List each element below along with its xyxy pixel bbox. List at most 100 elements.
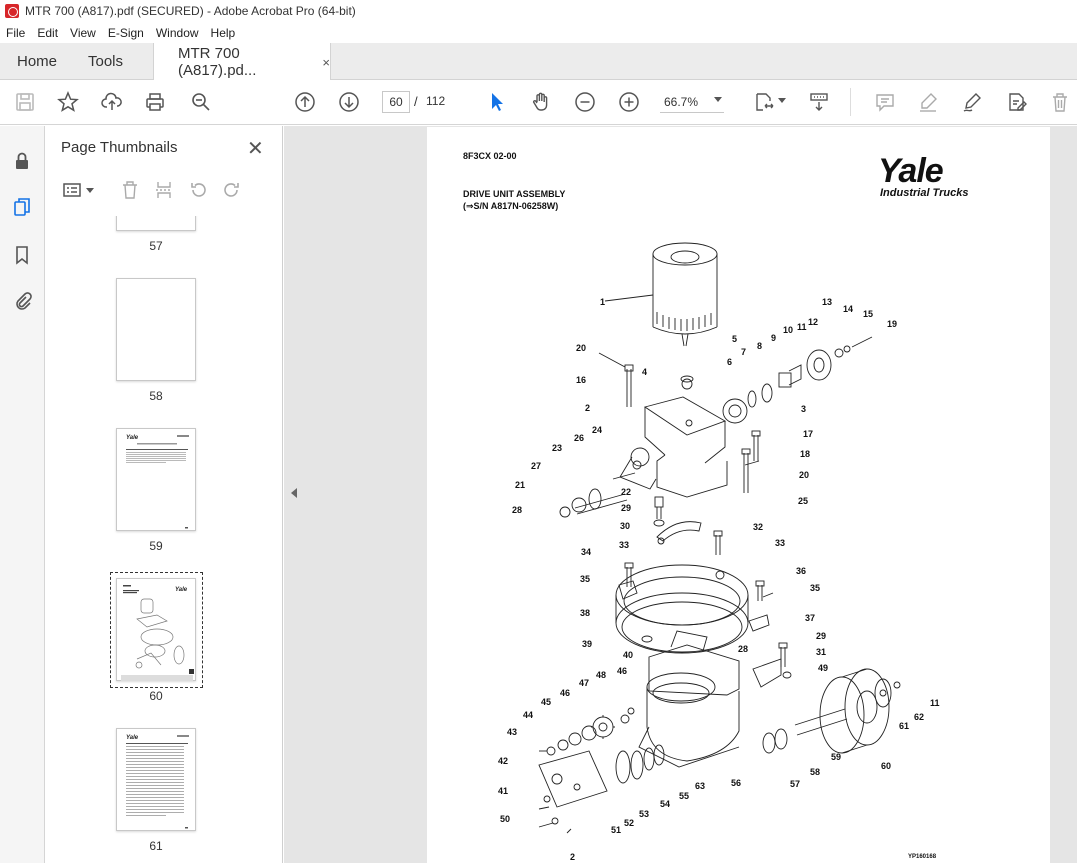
menu-view[interactable]: View: [70, 26, 96, 40]
highlight-pen-icon[interactable]: [916, 90, 940, 114]
thumbnail-options-chevron-icon[interactable]: [86, 188, 94, 193]
zoom-out-icon[interactable]: [573, 90, 597, 114]
callout-number: 59: [831, 752, 842, 762]
page-number-input[interactable]: 60: [382, 91, 410, 113]
callout-number: 6: [727, 357, 733, 367]
callout-number: 32: [753, 522, 764, 532]
callout-number: 15: [863, 309, 874, 319]
star-bookmark-icon[interactable]: [56, 90, 80, 114]
callout-number: 44: [523, 710, 534, 720]
panel-title: Page Thumbnails: [61, 139, 178, 156]
scroll-mode-icon[interactable]: [807, 90, 831, 114]
thumbnail-page-60-preview: Yale: [121, 585, 194, 681]
page-fit-icon[interactable]: [752, 90, 776, 114]
callout-number: 33: [775, 538, 786, 548]
callout-number: 38: [580, 608, 591, 618]
rotate-right-icon[interactable]: [220, 178, 244, 202]
callout-number: 46: [560, 688, 571, 698]
sign-pen-icon[interactable]: [960, 90, 984, 114]
callout-number: 28: [512, 505, 523, 515]
attachment-paperclip-icon[interactable]: [11, 289, 33, 311]
callout-number: 52: [624, 818, 635, 828]
comment-icon[interactable]: [873, 90, 897, 114]
tab-close-icon[interactable]: ×: [322, 55, 330, 70]
callout-number: 56: [731, 778, 742, 788]
print-icon[interactable]: [143, 90, 167, 114]
next-page-icon[interactable]: [337, 90, 361, 114]
main-toolbar: 60 / 112 66.7%: [0, 80, 1077, 125]
callout-number: 37: [805, 613, 816, 623]
figure-code: YP160168: [908, 854, 937, 860]
extract-pages-icon[interactable]: [152, 178, 176, 202]
callout-number: 20: [799, 470, 810, 480]
callout-number: 41: [498, 786, 509, 796]
callout-number: 49: [818, 663, 829, 673]
menu-window[interactable]: Window: [156, 26, 199, 40]
menu-esign[interactable]: E-Sign: [108, 26, 144, 40]
thumbnail-page-59[interactable]: Yale: [116, 428, 196, 531]
lock-security-icon[interactable]: [11, 150, 33, 172]
hand-pan-icon[interactable]: [529, 90, 553, 114]
rotate-left-icon[interactable]: [186, 178, 210, 202]
tab-document[interactable]: MTR 700 (A817).pd... ×: [153, 43, 331, 81]
callout-number: 61: [899, 721, 910, 731]
callout-number: 34: [581, 547, 592, 557]
menu-edit[interactable]: Edit: [37, 26, 58, 40]
callout-number: 3: [801, 404, 807, 414]
thumbnail-page-60[interactable]: Yale: [116, 578, 196, 681]
callout-number: 28: [738, 644, 749, 654]
thumbnail-page-61[interactable]: Yale: [116, 728, 196, 831]
thumbnail-label: 61: [149, 839, 163, 853]
callout-number: 29: [621, 503, 632, 513]
page-fit-chevron-icon[interactable]: [778, 98, 786, 103]
page-title-line1: DRIVE UNIT ASSEMBLY: [463, 189, 566, 199]
select-cursor-icon[interactable]: [485, 90, 509, 114]
callout-number: 35: [580, 574, 591, 584]
tab-home[interactable]: Home: [17, 43, 57, 80]
zoom-search-icon[interactable]: [189, 90, 213, 114]
callout-number: 21: [515, 480, 526, 490]
thumbnail-page-58[interactable]: [116, 278, 196, 381]
tab-tools[interactable]: Tools: [88, 43, 123, 80]
window-title: MTR 700 (A817).pdf (SECURED) - Adobe Acr…: [25, 4, 356, 18]
thumbnail-page-57[interactable]: [116, 216, 196, 231]
callout-number: 53: [639, 809, 650, 819]
svg-text:Yale: Yale: [126, 735, 139, 741]
thumbnail-page-61-preview: Yale: [126, 735, 189, 829]
thumbnail-label: 57: [149, 239, 163, 253]
callout-number: 43: [507, 727, 518, 737]
panel-close-icon[interactable]: ✕: [247, 136, 264, 161]
callout-number: 60: [881, 761, 892, 771]
callout-number: 17: [803, 429, 814, 439]
callout-number: 55: [679, 791, 690, 801]
callout-number: 40: [623, 650, 634, 660]
callout-number: 11: [930, 698, 940, 708]
zoom-dropdown-chevron-icon[interactable]: [714, 97, 722, 102]
callout-number: 51: [611, 825, 622, 835]
svg-text:Yale: Yale: [175, 587, 188, 593]
save-icon[interactable]: [13, 90, 37, 114]
upload-cloud-icon[interactable]: [100, 90, 124, 114]
callout-number: 45: [541, 697, 552, 707]
page-thumbnails-icon[interactable]: [11, 196, 33, 218]
bookmark-icon[interactable]: [11, 244, 33, 266]
zoom-in-icon[interactable]: [617, 90, 641, 114]
callout-number: 18: [800, 449, 811, 459]
page-title: DRIVE UNIT ASSEMBLY (⇒S/N A817N-06258W): [463, 188, 565, 212]
tab-document-label: MTR 700 (A817).pd...: [178, 45, 257, 79]
drive-unit-exploded-drawing: [538, 242, 901, 834]
callout-number: 57: [790, 779, 801, 789]
previous-page-icon[interactable]: [293, 90, 317, 114]
thumbnail-options-icon[interactable]: [60, 178, 84, 202]
delete-page-icon[interactable]: [118, 178, 142, 202]
menu-file[interactable]: File: [6, 26, 25, 40]
edit-document-icon[interactable]: [1004, 90, 1028, 114]
thumbnail-label: 58: [149, 389, 163, 403]
page-separator: /: [414, 94, 418, 109]
collapse-panel-arrow-icon[interactable]: [291, 488, 297, 498]
callout-number: 35: [810, 583, 821, 593]
thumbnail-label: 59: [149, 539, 163, 553]
menu-help[interactable]: Help: [211, 26, 236, 40]
callout-number: 2: [570, 852, 576, 862]
delete-trash-icon[interactable]: [1048, 90, 1072, 114]
